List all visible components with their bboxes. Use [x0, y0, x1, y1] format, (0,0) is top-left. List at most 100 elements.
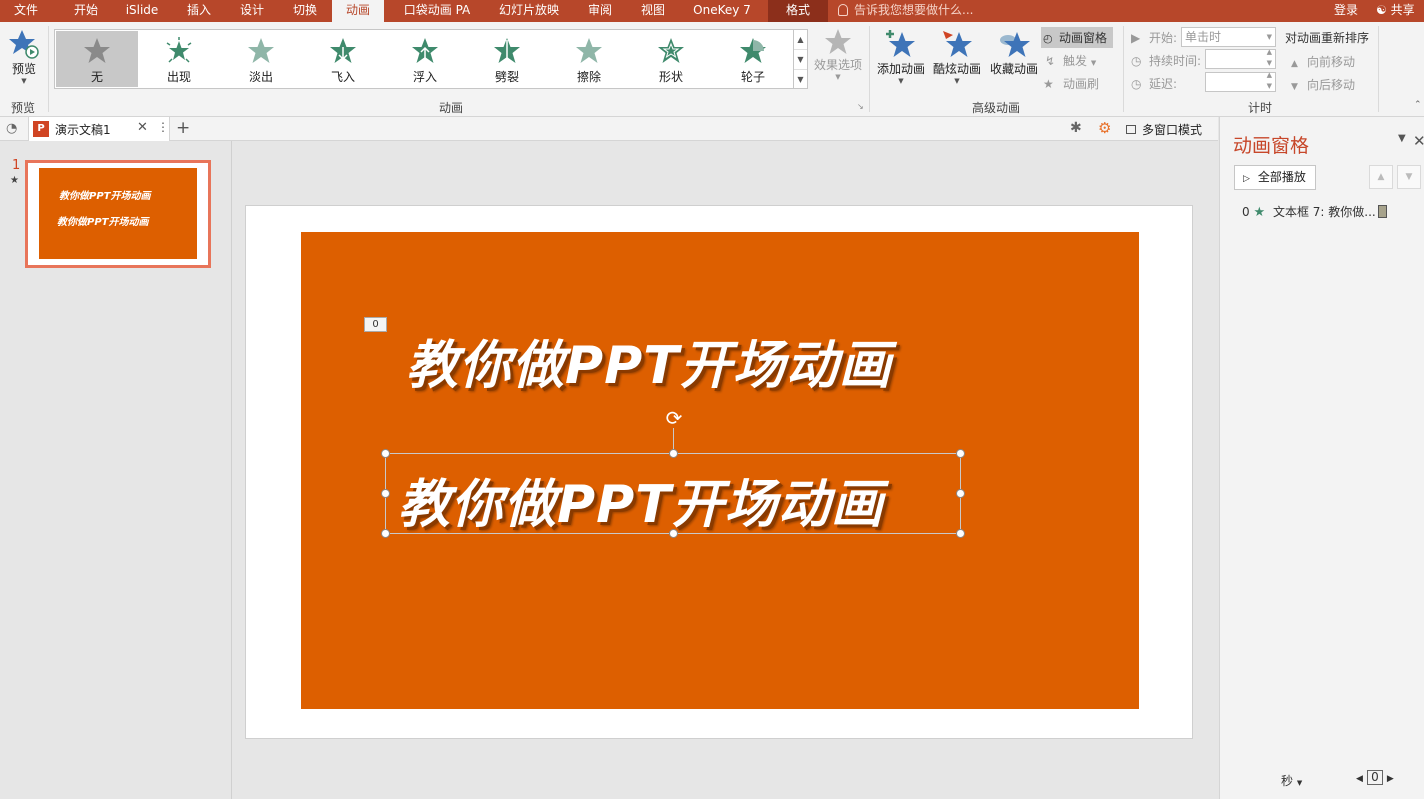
move-later-button[interactable]: ▼ 向后移动 [1291, 76, 1355, 93]
timeline-zoom[interactable]: ◀ 0 ▶ [1356, 770, 1394, 785]
gallery-scroll[interactable]: ▲ ▼ ▼ [794, 29, 808, 89]
resize-handle[interactable] [669, 529, 678, 538]
tab-pocket-animation[interactable]: 口袋动画 PA [394, 0, 480, 22]
cool-animation-button[interactable]: 酷炫动画 ▼ [930, 28, 984, 85]
preview-button[interactable]: 预览 ▼ [4, 28, 44, 85]
animation-painter-button[interactable]: ★ 动画刷 [1043, 75, 1099, 92]
spinner-icon[interactable]: ▲ ▼ [1267, 47, 1272, 69]
resize-handle[interactable] [956, 449, 965, 458]
chevron-down-icon: ▼ [21, 77, 27, 85]
tab-onekey[interactable]: OneKey 7 [684, 0, 760, 22]
gallery-expand-icon[interactable]: ▼ [794, 70, 807, 90]
delay-input[interactable]: ▲ ▼ [1205, 70, 1276, 92]
animation-label: 浮入 [412, 70, 437, 84]
animation-float-in[interactable]: 浮入 [384, 31, 466, 87]
star-float-in-icon [412, 38, 438, 63]
slide-title-text[interactable]: 教你做PPT开场动画 [406, 323, 892, 398]
slide-textbox-text[interactable]: 教你做PPT开场动画 [398, 462, 884, 537]
animation-appear[interactable]: 出现 [138, 31, 220, 87]
pane-options-icon[interactable]: ▼ [1398, 133, 1406, 144]
launcher-icon[interactable]: ↘ [857, 102, 864, 111]
slide-thumbnail[interactable]: 教你做PPT开场动画 教你做PPT开场动画 [25, 160, 211, 268]
resize-handle[interactable] [956, 489, 965, 498]
resize-handle[interactable] [669, 449, 678, 458]
document-tab[interactable]: P 演示文稿1 ✕ ⋮ [28, 117, 170, 141]
resize-handle[interactable] [956, 529, 965, 538]
play-icon: ▷ [1243, 174, 1250, 184]
add-animation-button[interactable]: 添加动画 ▼ [874, 28, 928, 85]
tab-review[interactable]: 审阅 [578, 0, 622, 22]
timing-group-label: 计时 [1247, 101, 1272, 115]
move-down-icon[interactable]: ▼ [1397, 165, 1421, 189]
collapse-ribbon-icon[interactable]: ⌃ [1414, 100, 1422, 110]
animation-list-item[interactable]: 0 ★ 文本框 7: 教你做... [1242, 203, 1387, 220]
preview-label: 预览 [11, 62, 36, 76]
animation-split[interactable]: 劈裂 [466, 31, 548, 87]
chevron-right-icon[interactable]: ▶ [1387, 774, 1394, 784]
animation-pane-button[interactable]: ◴ 动画窗格 [1041, 27, 1114, 48]
cool-star-icon [943, 31, 972, 57]
resize-handle[interactable] [381, 489, 390, 498]
tab-format[interactable]: 格式 [768, 0, 828, 22]
login-link[interactable]: 登录 [1334, 0, 1358, 21]
collect-animation-button[interactable]: 收藏动画 [987, 28, 1041, 77]
animation-pane-title: 动画窗格 [1233, 135, 1310, 157]
tab-design[interactable]: 设计 [228, 0, 276, 22]
tab-insert[interactable]: 插入 [174, 0, 224, 22]
close-icon[interactable]: ✕ [137, 120, 148, 135]
animation-order-marker[interactable]: 0 [364, 317, 387, 332]
effect-options-label: 效果选项 [813, 58, 862, 72]
tab-animations[interactable]: 动画 [332, 0, 384, 22]
tab-islide[interactable]: iSlide [116, 0, 168, 22]
tab-file[interactable]: 文件 [0, 0, 52, 22]
rotate-handle-icon[interactable]: ⟳ [663, 408, 685, 430]
arrow-up-icon: ▲ [1291, 59, 1298, 69]
move-up-icon[interactable]: ▲ [1369, 165, 1393, 189]
spinner-icon[interactable]: ▲ ▼ [1267, 70, 1272, 92]
tab-slideshow[interactable]: 幻灯片放映 [488, 0, 570, 22]
multi-window-button[interactable]: 多窗口模式 [1126, 121, 1202, 138]
tab-transitions[interactable]: 切换 [281, 0, 329, 22]
animation-wipe[interactable]: 擦除 [548, 31, 630, 87]
more-icon[interactable]: ⋮ [157, 120, 169, 134]
tab-home[interactable]: 开始 [60, 0, 112, 22]
animation-fade[interactable]: 淡出 [220, 31, 302, 87]
multi-window-label: 多窗口模式 [1142, 123, 1203, 137]
tab-history-icon[interactable]: ◔ [6, 121, 17, 136]
start-select[interactable]: 单击时 ▼ [1181, 27, 1276, 47]
star-wipe-icon [576, 38, 602, 63]
resize-handle[interactable] [381, 529, 390, 538]
animation-shape[interactable]: 形状 [630, 31, 712, 87]
play-all-button[interactable]: ▷ 全部播放 [1234, 165, 1316, 190]
chevron-left-icon[interactable]: ◀ [1356, 774, 1363, 784]
settings-gear-icon[interactable]: ⚙ [1098, 119, 1111, 137]
add-tab-icon[interactable]: + [176, 118, 190, 138]
animation-painter-label: 动画刷 [1063, 77, 1100, 91]
tell-me-search[interactable]: 告诉我您想要做什么... [838, 0, 973, 22]
document-tab-row: ◔ P 演示文稿1 ✕ ⋮ + ✱ ⚙ 多窗口模式 [0, 117, 1218, 141]
move-earlier-button[interactable]: ▲ 向前移动 [1291, 53, 1355, 70]
animation-none[interactable]: 无 [56, 31, 138, 87]
animation-wheel[interactable]: 轮子 [712, 31, 794, 87]
seconds-dropdown[interactable]: 秒 ▼ [1281, 772, 1302, 789]
animation-label: 出现 [166, 70, 191, 84]
play-icon: ▶ [1131, 31, 1141, 45]
star-none-icon [84, 38, 110, 63]
animation-fly-in[interactable]: 飞入 [302, 31, 384, 87]
resize-handle[interactable] [381, 449, 390, 458]
tab-view[interactable]: 视图 [630, 0, 676, 22]
preview-star-icon [9, 30, 39, 59]
animation-pane-icon: ◴ [1043, 32, 1053, 45]
duration-input[interactable]: ▲ ▼ [1205, 47, 1276, 69]
share-button[interactable]: ☯ 共享 [1376, 0, 1415, 21]
animation-label: 无 [90, 70, 103, 84]
gallery-up-icon[interactable]: ▲ [794, 30, 807, 50]
effect-options-button[interactable]: 效果选项 ▼ [812, 28, 864, 81]
gallery-down-icon[interactable]: ▼ [794, 50, 807, 70]
close-icon[interactable]: ✕ [1413, 132, 1424, 150]
zoom-value: 0 [1366, 770, 1383, 785]
effect-star-icon [825, 29, 851, 54]
pin-icon[interactable]: ✱ [1070, 120, 1082, 136]
trigger-button[interactable]: ↯ 触发 ▼ [1045, 52, 1096, 69]
seconds-label: 秒 [1281, 774, 1294, 788]
